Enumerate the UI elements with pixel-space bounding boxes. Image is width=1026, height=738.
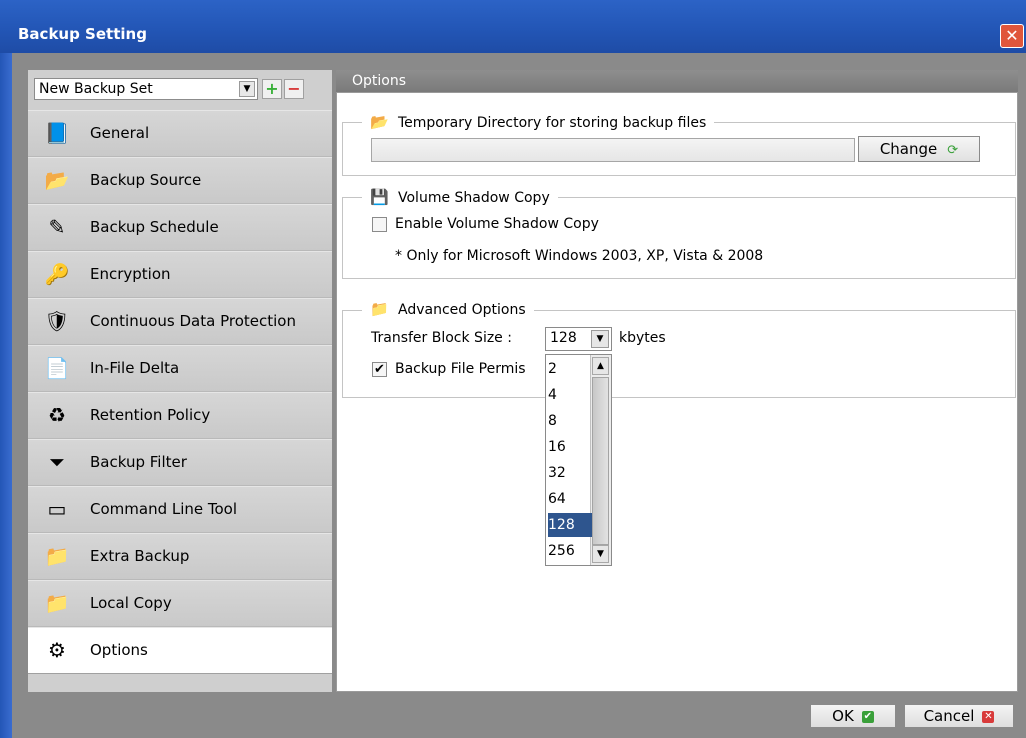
scroll-up-icon[interactable]: ▲ bbox=[592, 357, 609, 375]
window-title-bar: Backup Setting ✕ bbox=[0, 0, 1026, 53]
vss-note: * Only for Microsoft Windows 2003, XP, V… bbox=[395, 248, 764, 264]
block-size-label: Transfer Block Size : bbox=[371, 330, 512, 346]
block-size-unit: kbytes bbox=[619, 330, 666, 346]
cancel-x-icon: ✕ bbox=[982, 710, 995, 723]
volume-shadow-copy-group bbox=[342, 197, 1016, 279]
window-frame-border bbox=[0, 53, 12, 738]
sidebar-item-label: Command Line Tool bbox=[90, 500, 238, 518]
extra-backup-icon: 📁 bbox=[44, 544, 70, 568]
block-size-option[interactable]: 64 bbox=[548, 487, 592, 511]
sidebar-item-label: Backup Schedule bbox=[90, 218, 219, 236]
remove-backup-set-button[interactable]: − bbox=[284, 79, 304, 99]
schedule-icon: ✎ bbox=[48, 215, 66, 239]
sidebar-nav: 📘 General 📂 Backup Source ✎ Backup Schedule 🔑 E… bbox=[28, 110, 332, 674]
sidebar-item-encryption[interactable]: 🔑 Encryption bbox=[28, 251, 332, 298]
encryption-icon: 🔑 bbox=[44, 262, 70, 286]
change-label: Change bbox=[879, 140, 938, 158]
sidebar-item-label: Options bbox=[90, 641, 148, 659]
backup-permission-label: Backup File Permis bbox=[395, 361, 526, 377]
folder-open-icon: 📂 bbox=[370, 113, 389, 131]
filter-icon: ⏷ bbox=[49, 450, 65, 474]
sidebar-item-backup-schedule[interactable]: ✎ Backup Schedule bbox=[28, 204, 332, 251]
sidebar-item-label: Backup Source bbox=[90, 171, 202, 189]
folder-tools-icon: 📁 bbox=[370, 300, 389, 318]
sidebar-item-extra-backup[interactable]: 📁 Extra Backup bbox=[28, 533, 332, 580]
vss-label: Volume Shadow Copy bbox=[398, 190, 550, 206]
backup-set-select[interactable]: New Backup Set ▼ bbox=[34, 78, 258, 100]
vss-legend: 💾 Volume Shadow Copy bbox=[362, 186, 558, 208]
block-size-option[interactable]: 8 bbox=[548, 409, 592, 433]
chevron-down-icon[interactable]: ▼ bbox=[591, 330, 609, 348]
temp-directory-label: Temporary Directory for storing backup f… bbox=[398, 115, 707, 131]
sidebar-item-label: Backup Filter bbox=[90, 453, 187, 471]
block-size-value: 128 bbox=[550, 330, 577, 346]
block-size-option[interactable]: 2 bbox=[548, 357, 592, 381]
sidebar-item-label: General bbox=[90, 124, 150, 142]
sidebar-item-backup-source[interactable]: 📂 Backup Source bbox=[28, 157, 332, 204]
disk-icon: 💾 bbox=[370, 188, 389, 206]
block-size-option[interactable]: 256 bbox=[548, 539, 592, 563]
cancel-label: Cancel bbox=[923, 707, 975, 725]
sidebar-item-label: In-File Delta bbox=[90, 359, 180, 377]
enable-vss-checkbox[interactable] bbox=[372, 217, 387, 232]
backup-permission-checkbox[interactable]: ✔ bbox=[372, 362, 387, 377]
scroll-down-icon[interactable]: ▼ bbox=[592, 545, 609, 563]
chevron-down-icon[interactable]: ▼ bbox=[239, 81, 255, 97]
backup-set-value: New Backup Set bbox=[39, 81, 153, 97]
scrollbar-thumb[interactable] bbox=[592, 377, 609, 545]
general-icon: 📘 bbox=[44, 121, 70, 145]
advanced-options-group bbox=[342, 310, 1016, 398]
dropdown-scrollbar[interactable]: ▲ ▼ bbox=[590, 355, 611, 565]
ok-label: OK bbox=[832, 707, 854, 725]
advanced-label: Advanced Options bbox=[398, 302, 526, 318]
advanced-legend: 📁 Advanced Options bbox=[362, 298, 534, 320]
temp-directory-legend: 📂 Temporary Directory for storing backup … bbox=[362, 111, 715, 133]
ok-button[interactable]: OK ✔ bbox=[810, 704, 896, 728]
sidebar-item-general[interactable]: 📘 General bbox=[28, 110, 332, 157]
panel-title: Options bbox=[336, 70, 1018, 92]
sidebar-item-local-copy[interactable]: 📁 Local Copy bbox=[28, 580, 332, 627]
close-icon[interactable]: ✕ bbox=[1000, 24, 1024, 48]
add-backup-set-button[interactable]: + bbox=[262, 79, 282, 99]
change-directory-button[interactable]: Change ⟳ bbox=[858, 136, 980, 162]
sidebar-item-options[interactable]: ⚙ Options bbox=[28, 627, 332, 674]
command-line-icon: ▭ bbox=[47, 497, 67, 521]
block-size-option[interactable]: 4 bbox=[548, 383, 592, 407]
temp-directory-field[interactable] bbox=[371, 138, 855, 162]
window-title: Backup Setting bbox=[18, 25, 147, 43]
refresh-icon: ⟳ bbox=[947, 143, 959, 158]
file-delta-icon: 📄 bbox=[44, 356, 70, 380]
sidebar-item-label: Continuous Data Protection bbox=[90, 312, 296, 330]
folder-icon: 📂 bbox=[44, 168, 70, 192]
block-size-dropdown[interactable]: ▲ ▼ 2 4 8 16 32 64 128 256 bbox=[545, 354, 612, 566]
sidebar-item-label: Encryption bbox=[90, 265, 171, 283]
sidebar-item-retention-policy[interactable]: ♻ Retention Policy bbox=[28, 392, 332, 439]
local-copy-icon: 📁 bbox=[44, 591, 70, 615]
block-size-option[interactable]: 16 bbox=[548, 435, 592, 459]
check-icon: ✔ bbox=[861, 710, 874, 723]
block-size-select[interactable]: 128 ▼ bbox=[545, 327, 612, 351]
block-size-option[interactable]: 32 bbox=[548, 461, 592, 485]
options-gear-icon: ⚙ bbox=[48, 638, 66, 662]
sidebar-item-in-file-delta[interactable]: 📄 In-File Delta bbox=[28, 345, 332, 392]
shield-icon: 🛡 bbox=[44, 309, 70, 333]
cancel-button[interactable]: Cancel ✕ bbox=[904, 704, 1014, 728]
sidebar-item-command-line-tool[interactable]: ▭ Command Line Tool bbox=[28, 486, 332, 533]
enable-vss-label: Enable Volume Shadow Copy bbox=[395, 216, 599, 232]
sidebar-item-label: Extra Backup bbox=[90, 547, 190, 565]
recycle-bin-icon: ♻ bbox=[48, 403, 66, 427]
sidebar-item-label: Local Copy bbox=[90, 594, 172, 612]
sidebar-item-backup-filter[interactable]: ⏷ Backup Filter bbox=[28, 439, 332, 486]
sidebar-item-label: Retention Policy bbox=[90, 406, 211, 424]
block-size-option[interactable]: 128 bbox=[548, 513, 592, 537]
sidebar-item-continuous-data-protection[interactable]: 🛡 Continuous Data Protection bbox=[28, 298, 332, 345]
